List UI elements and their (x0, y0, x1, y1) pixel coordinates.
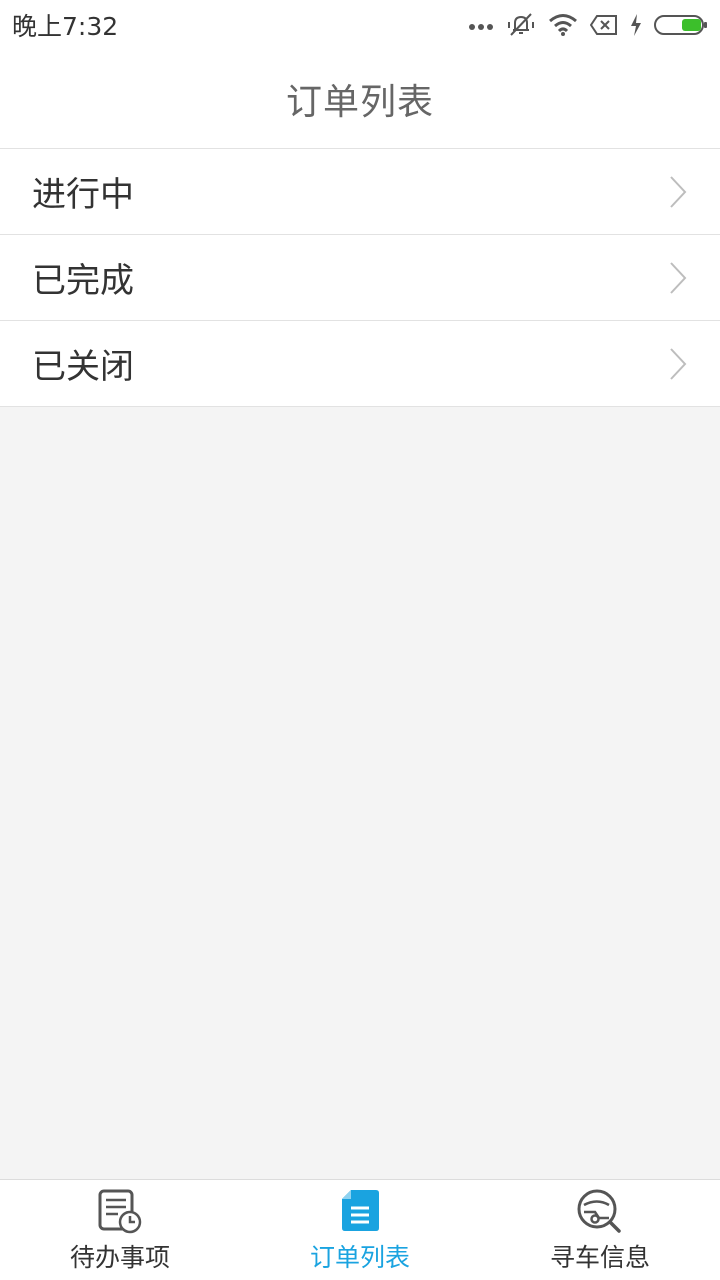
order-item-in-progress[interactable]: 进行中 (0, 149, 720, 235)
document-icon (342, 1190, 379, 1231)
tab-bar: 待办事项 订单列表 寻车信息 (0, 1179, 720, 1280)
chevron-right-icon (670, 347, 687, 380)
order-item-closed[interactable]: 已关闭 (0, 321, 720, 407)
tab-car-search[interactable]: 寻车信息 (480, 1180, 720, 1280)
battery-icon (654, 15, 707, 35)
order-item-label: 已完成 (32, 261, 134, 301)
status-bar: 晚上7:32 (0, 0, 720, 50)
mute-vibrate-icon (508, 13, 534, 36)
order-item-label: 已关闭 (32, 347, 134, 387)
chevron-right-icon (670, 261, 687, 294)
order-list: 进行中 已完成 已关闭 (0, 149, 720, 407)
status-time: 晚上7:32 (12, 12, 119, 41)
tab-orders[interactable]: 订单列表 (240, 1180, 480, 1280)
header: 订单列表 (0, 50, 720, 149)
order-item-completed[interactable]: 已完成 (0, 235, 720, 321)
car-search-icon (577, 1189, 621, 1233)
tab-label: 寻车信息 (549, 1243, 650, 1272)
status-icons (468, 12, 708, 38)
todo-clock-icon (98, 1189, 142, 1234)
charging-icon (631, 14, 641, 36)
chevron-right-icon (670, 175, 687, 208)
more-dots-icon (469, 24, 493, 30)
no-sim-icon (590, 15, 617, 35)
tab-label: 待办事项 (69, 1243, 170, 1272)
wifi-icon (549, 14, 577, 36)
tab-todo[interactable]: 待办事项 (0, 1180, 240, 1280)
page-title: 订单列表 (285, 82, 434, 123)
order-item-label: 进行中 (32, 175, 134, 215)
tab-label: 订单列表 (309, 1243, 410, 1272)
